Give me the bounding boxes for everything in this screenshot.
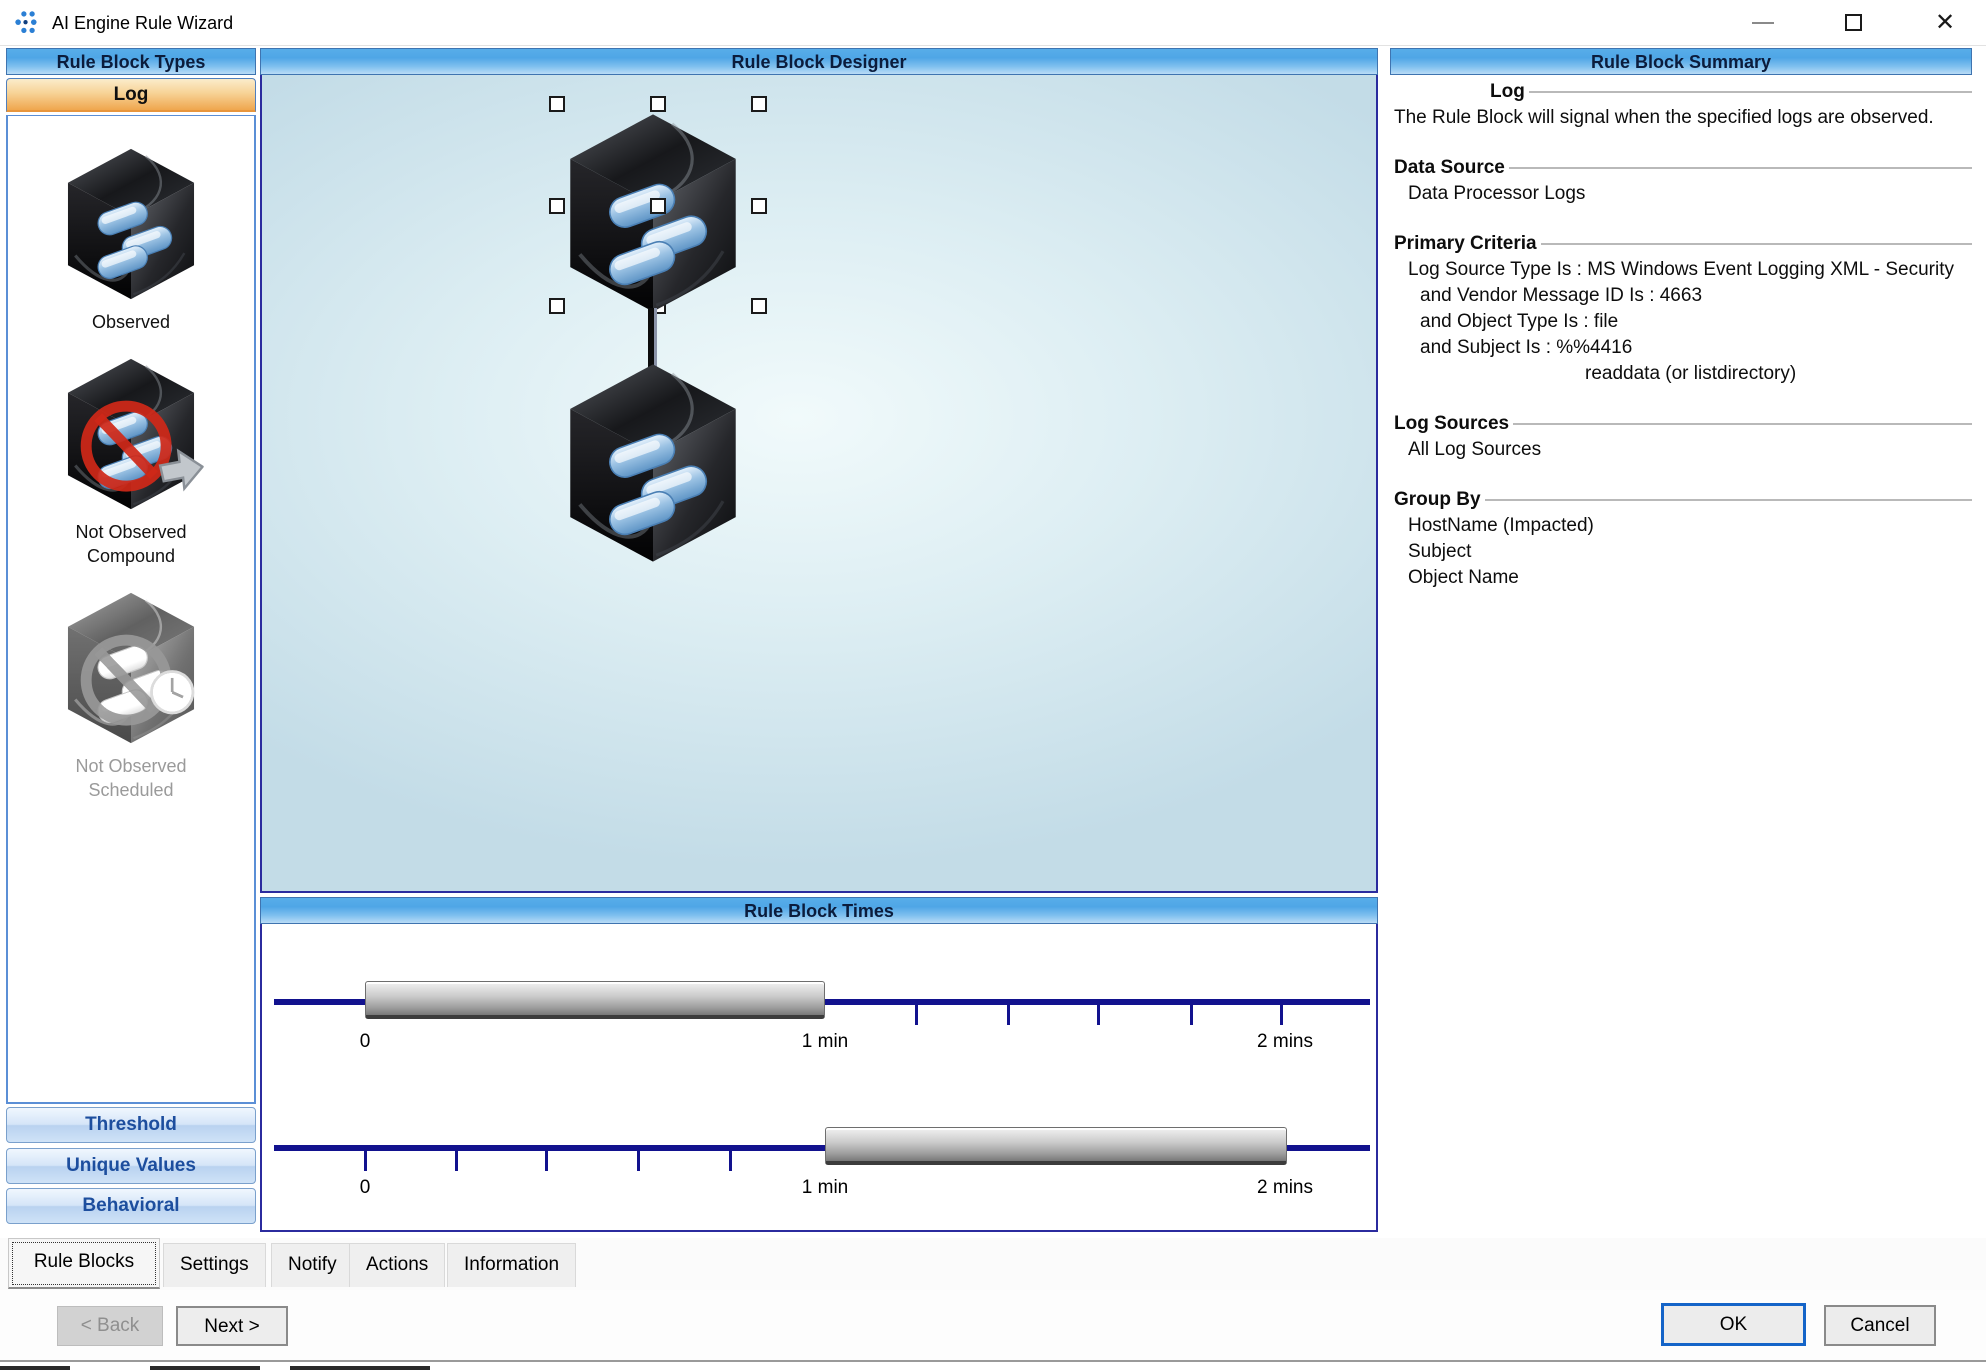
- timeline-1-label-0: 0: [360, 1031, 371, 1053]
- background-window-fragment: [150, 1366, 260, 1370]
- next-button[interactable]: Next >: [176, 1306, 288, 1346]
- timeline-2-label-0: 0: [360, 1177, 371, 1199]
- tick: [637, 1145, 640, 1171]
- section-heading: Log Sources: [1390, 411, 1509, 437]
- tab-settings[interactable]: Settings: [163, 1243, 266, 1287]
- timeline-2-label-1min: 1 min: [802, 1177, 848, 1199]
- timeline-2-range-bar[interactable]: [825, 1127, 1287, 1165]
- rule-block-summary-header: Rule Block Summary: [1390, 48, 1972, 75]
- maximize-icon: [1845, 14, 1862, 31]
- selection-handle[interactable]: [751, 298, 767, 314]
- rule-block-times-header: Rule Block Times: [260, 897, 1378, 924]
- cancel-button[interactable]: Cancel: [1824, 1305, 1936, 1346]
- rule-block-designer-header: Rule Block Designer: [260, 48, 1378, 75]
- close-icon: ✕: [1935, 11, 1955, 35]
- log-rule-block-2[interactable]: [557, 358, 749, 568]
- list-item-not-observed-compound[interactable]: Not Observed Compound: [41, 354, 221, 568]
- data-source-value: Data Processor Logs: [1390, 181, 1972, 207]
- selection-handle[interactable]: [751, 198, 767, 214]
- timeline-1-range-bar[interactable]: [365, 981, 825, 1019]
- window-title: AI Engine Rule Wizard: [52, 0, 233, 46]
- close-button[interactable]: ✕: [1922, 0, 1968, 45]
- section-heading: Data Source: [1390, 155, 1505, 181]
- back-button[interactable]: < Back: [57, 1306, 163, 1346]
- type-tab-unique-values[interactable]: Unique Values: [6, 1148, 256, 1184]
- group-by-value: Object Name: [1390, 565, 1972, 591]
- section-heading: Primary Criteria: [1390, 231, 1537, 257]
- group-by-value: Subject: [1390, 539, 1972, 565]
- list-item-label: Observed: [92, 310, 170, 334]
- list-item-label: Not Observed Compound: [41, 520, 221, 568]
- rule-block-designer-panel: Rule Block Designer: [260, 48, 1378, 893]
- criteria-line: readdata (or listdirectory): [1390, 361, 1972, 387]
- selection-handle[interactable]: [751, 96, 767, 112]
- background-window-edge: [0, 1360, 1986, 1370]
- title-bar[interactable]: AI Engine Rule Wizard ✕: [0, 0, 1986, 46]
- ai-engine-rule-wizard-window: AI Engine Rule Wizard ✕ Rule Block Types…: [0, 0, 1986, 1370]
- tab-notify[interactable]: Notify: [271, 1243, 354, 1287]
- rule-block-summary-panel: Rule Block Summary Log The Rule Block wi…: [1390, 48, 1972, 1232]
- minimize-icon: [1752, 22, 1774, 24]
- tick: [1097, 999, 1100, 1025]
- criteria-line: Log Source Type Is : MS Windows Event Lo…: [1390, 257, 1972, 283]
- tab-information[interactable]: Information: [447, 1243, 576, 1287]
- summary-description: The Rule Block will signal when the spec…: [1390, 105, 1972, 131]
- rule-block-type-list: Observed Not Observed Compound Not Obser…: [6, 115, 256, 1104]
- tick: [364, 1145, 367, 1171]
- tick: [455, 1145, 458, 1171]
- list-item-label: Not Observed Scheduled: [41, 754, 221, 802]
- ok-button[interactable]: OK: [1661, 1303, 1806, 1346]
- summary-section-log-sources: Log Sources All Log Sources: [1390, 411, 1972, 463]
- timeline-2-label-2mins: 2 mins: [1257, 1177, 1313, 1199]
- log-cube-prohibited-arrow-icon: [57, 354, 205, 514]
- selection-handle-center[interactable]: [650, 198, 666, 214]
- wizard-tab-strip: Rule Blocks Settings Notify Actions Info…: [0, 1238, 1986, 1290]
- minimize-button[interactable]: [1740, 0, 1786, 45]
- summary-block-type: Log: [1490, 79, 1525, 105]
- tick: [915, 999, 918, 1025]
- maximize-button[interactable]: [1830, 0, 1876, 45]
- timeline-1-label-1min: 1 min: [802, 1031, 848, 1053]
- divider: [1485, 499, 1972, 501]
- divider: [1541, 243, 1972, 245]
- tab-rule-blocks[interactable]: Rule Blocks: [8, 1238, 160, 1289]
- log-cube-icon: [57, 144, 205, 304]
- rule-block-types-panel: Rule Block Types Log Observed Not Observ…: [6, 48, 256, 1228]
- tick: [545, 1145, 548, 1171]
- tick: [1280, 999, 1283, 1025]
- tab-actions[interactable]: Actions: [349, 1243, 445, 1287]
- type-tab-threshold[interactable]: Threshold: [6, 1107, 256, 1143]
- summary-section-primary-criteria: Primary Criteria Log Source Type Is : MS…: [1390, 231, 1972, 387]
- tick: [729, 1145, 732, 1171]
- list-item-observed[interactable]: Observed: [57, 144, 205, 334]
- wizard-button-bar: < Back Next > OK Cancel: [0, 1290, 1986, 1362]
- timeline-1-label-2mins: 2 mins: [1257, 1031, 1313, 1053]
- tick: [1190, 999, 1193, 1025]
- criteria-line: and Object Type Is : file: [1390, 309, 1972, 335]
- list-item-not-observed-scheduled[interactable]: Not Observed Scheduled: [41, 588, 221, 802]
- background-window-fragment: [0, 1366, 70, 1370]
- summary-section-group-by: Group By HostName (Impacted) Subject Obj…: [1390, 487, 1972, 591]
- log-sources-value: All Log Sources: [1390, 437, 1972, 463]
- type-tab-behavioral[interactable]: Behavioral: [6, 1188, 256, 1224]
- criteria-line: and Subject Is : %%4416: [1390, 335, 1972, 361]
- divider: [1513, 423, 1972, 425]
- tick: [1007, 999, 1010, 1025]
- app-logo-icon: [14, 9, 42, 37]
- criteria-line: and Vendor Message ID Is : 4663: [1390, 283, 1972, 309]
- designer-canvas[interactable]: [260, 75, 1378, 893]
- divider: [1509, 167, 1972, 169]
- section-heading: Group By: [1390, 487, 1481, 513]
- summary-body: Log The Rule Block will signal when the …: [1390, 79, 1972, 591]
- background-window-fragment: [290, 1366, 430, 1370]
- type-tab-log[interactable]: Log: [6, 78, 256, 112]
- rule-block-times-panel: Rule Block Times 0 1 min 2 mins: [260, 897, 1378, 1232]
- group-by-value: HostName (Impacted): [1390, 513, 1972, 539]
- divider: [1529, 91, 1972, 93]
- rule-block-types-header: Rule Block Types: [6, 48, 256, 75]
- summary-section-data-source: Data Source Data Processor Logs: [1390, 155, 1972, 207]
- log-cube-prohibited-clock-icon: [57, 588, 205, 748]
